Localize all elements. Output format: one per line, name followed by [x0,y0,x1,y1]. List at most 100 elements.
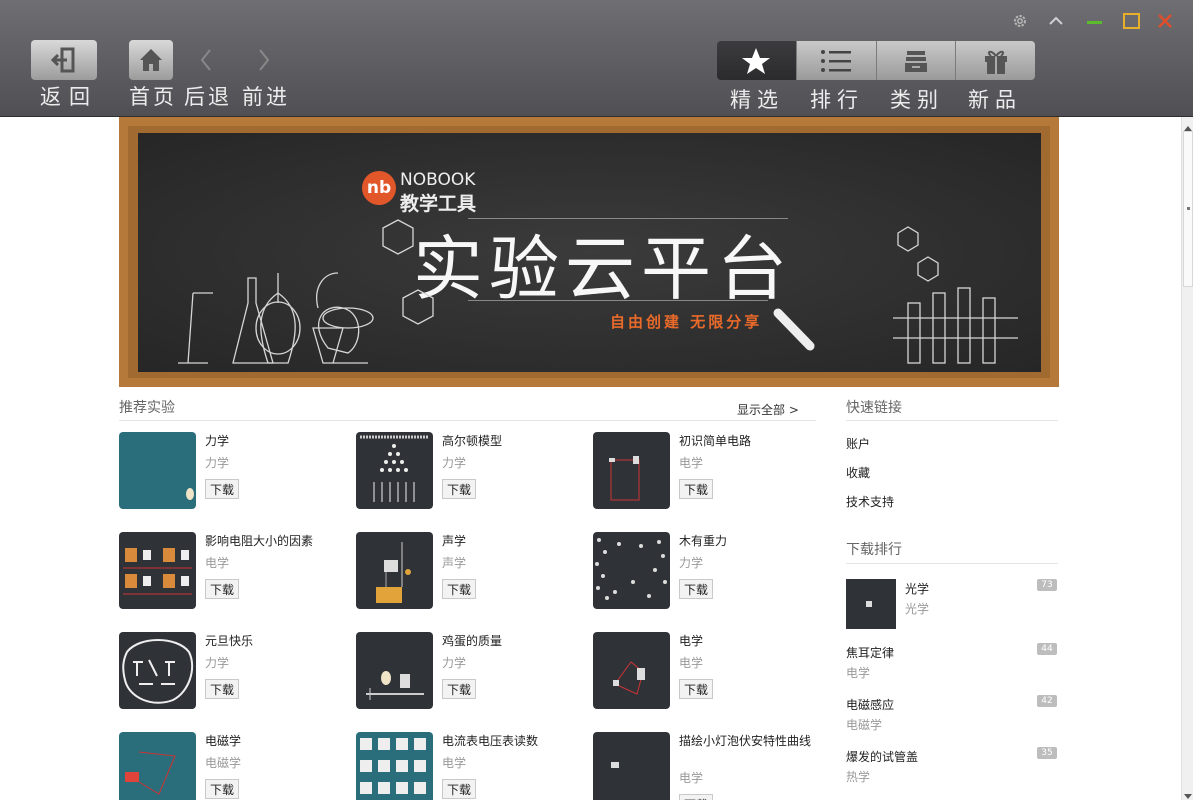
download-button[interactable]: 下载 [442,479,477,499]
experiment-card[interactable]: 影响电阻大小的因素 电学 下载 [119,532,344,610]
next-button[interactable] [244,40,284,80]
list-icon [821,49,852,72]
minimize-icon[interactable] [1081,8,1107,34]
experiment-card[interactable]: 高尔顿模型 力学 下载 [356,432,581,510]
experiment-thumbnail [356,532,433,609]
experiment-thumbnail [119,732,196,800]
maximize-icon[interactable] [1118,8,1144,34]
experiment-thumbnail [356,732,433,800]
download-rank-divider [846,563,1058,564]
download-button[interactable]: 下载 [679,579,714,599]
rank-title: 光学 [905,582,930,596]
exit-icon [50,47,75,73]
scroll-down-arrow[interactable] [1184,786,1192,799]
experiment-thumbnail [593,732,670,800]
rank-category: 电磁学 [846,718,883,732]
download-button[interactable]: 下载 [205,779,240,799]
gift-icon [984,50,1007,74]
quick-links-heading: 快速链接 [846,400,902,416]
tab-category[interactable] [875,41,956,80]
experiment-category: 电学 [679,456,704,470]
experiment-card[interactable]: 鸡蛋的质量 力学 下载 [356,632,581,710]
download-rank-heading: 下载排行 [846,542,902,558]
download-button[interactable]: 下载 [205,679,240,699]
show-all-link[interactable]: 显示全部 > [737,401,799,418]
recommended-divider [119,420,816,421]
home-button[interactable] [129,40,173,80]
experiment-category: 力学 [442,456,467,470]
chalkboard: nb NOBOOK 教学工具 实验云平台 自由创建 无限分享 [138,133,1041,372]
rank-category: 电学 [846,666,871,680]
experiment-card[interactable]: 力学 力学 下载 [119,432,344,510]
experiment-title: 电流表电压表读数 [442,734,539,748]
vertical-scrollbar[interactable] [1181,117,1193,800]
gear-icon[interactable] [1007,8,1033,34]
experiment-title: 声学 [442,534,467,548]
experiment-category: 声学 [442,556,467,570]
download-button[interactable]: 下载 [679,679,714,699]
experiment-thumbnail [119,532,196,609]
experiment-thumbnail [356,632,433,709]
experiment-card[interactable]: 描绘小灯泡伏安特性曲线 电学 下载 [593,732,818,800]
chalk-lab-drawings [178,219,1018,364]
tab-new[interactable] [955,41,1035,80]
experiment-card[interactable]: 电磁学 电磁学 下载 [119,732,344,800]
rank-text: 电磁感应 电磁学 [846,696,894,733]
top-toolbar: 返回 首页 后退 前进 精选 排行 类别 新品 [0,0,1193,117]
experiment-title: 初识简单电路 [679,434,752,448]
experiment-card[interactable]: 声学 声学 下载 [356,532,581,610]
tab-featured[interactable] [717,41,796,80]
tab-ranking-label: 排行 [810,88,864,112]
experiment-category: 力学 [205,656,230,670]
experiment-card[interactable]: 元旦快乐 力学 下载 [119,632,344,710]
experiment-thumbnail [593,632,670,709]
experiment-card[interactable]: 电流表电压表读数 电学 下载 [356,732,581,800]
prev-button[interactable] [186,40,226,80]
experiment-title: 木有重力 [679,534,728,548]
chevron-right-icon [259,49,270,71]
home-icon [140,49,162,71]
scroll-up-arrow[interactable] [1184,119,1192,131]
download-count-badge: 44 [1037,643,1057,655]
download-button[interactable]: 下载 [442,579,477,599]
experiment-title: 影响电阻大小的因素 [205,534,314,548]
download-button[interactable]: 下载 [205,579,240,599]
download-button[interactable]: 下载 [442,779,477,799]
experiment-category: 电学 [442,756,467,770]
quick-link-account[interactable]: 账户 [846,435,870,452]
tab-ranking[interactable] [795,41,876,80]
experiment-category: 电学 [205,556,230,570]
experiment-category: 电学 [679,656,704,670]
download-count-badge: 35 [1037,747,1057,759]
quick-link-favorites[interactable]: 收藏 [846,464,870,481]
back-button[interactable] [31,40,97,80]
quick-link-support[interactable]: 技术支持 [846,493,894,510]
download-button[interactable]: 下载 [679,794,714,800]
scroll-thumb[interactable] [1183,131,1193,287]
experiment-card[interactable]: 初识简单电路 电学 下载 [593,432,818,510]
recommended-heading: 推荐实验 [119,400,175,416]
download-button[interactable]: 下载 [679,479,714,499]
experiment-thumbnail [119,432,196,509]
banner[interactable]: nb NOBOOK 教学工具 实验云平台 自由创建 无限分享 [119,117,1059,387]
back-label: 返回 [40,85,98,109]
home-label: 首页 [129,85,177,109]
experiment-title: 力学 [205,434,230,448]
category-drawer-icon [904,50,927,72]
experiment-thumbnail [593,532,670,609]
experiment-thumbnail [593,432,670,509]
rank-title: 焦耳定律 [846,646,895,660]
tab-new-label: 新品 [968,88,1022,112]
rank-title: 电磁感应 [846,698,895,712]
download-button[interactable]: 下载 [205,479,240,499]
download-button[interactable]: 下载 [442,679,477,699]
experiment-card[interactable]: 电学 电学 下载 [593,632,818,710]
experiment-category: 电学 [679,771,704,785]
experiment-card[interactable]: 木有重力 力学 下载 [593,532,818,610]
chevron-left-icon [200,49,211,71]
collapse-icon[interactable] [1043,8,1069,34]
rank-title: 爆发的试管盖 [846,750,919,764]
close-icon[interactable] [1152,8,1178,34]
prev-label: 后退 [184,85,232,109]
experiment-title: 元旦快乐 [205,634,254,648]
